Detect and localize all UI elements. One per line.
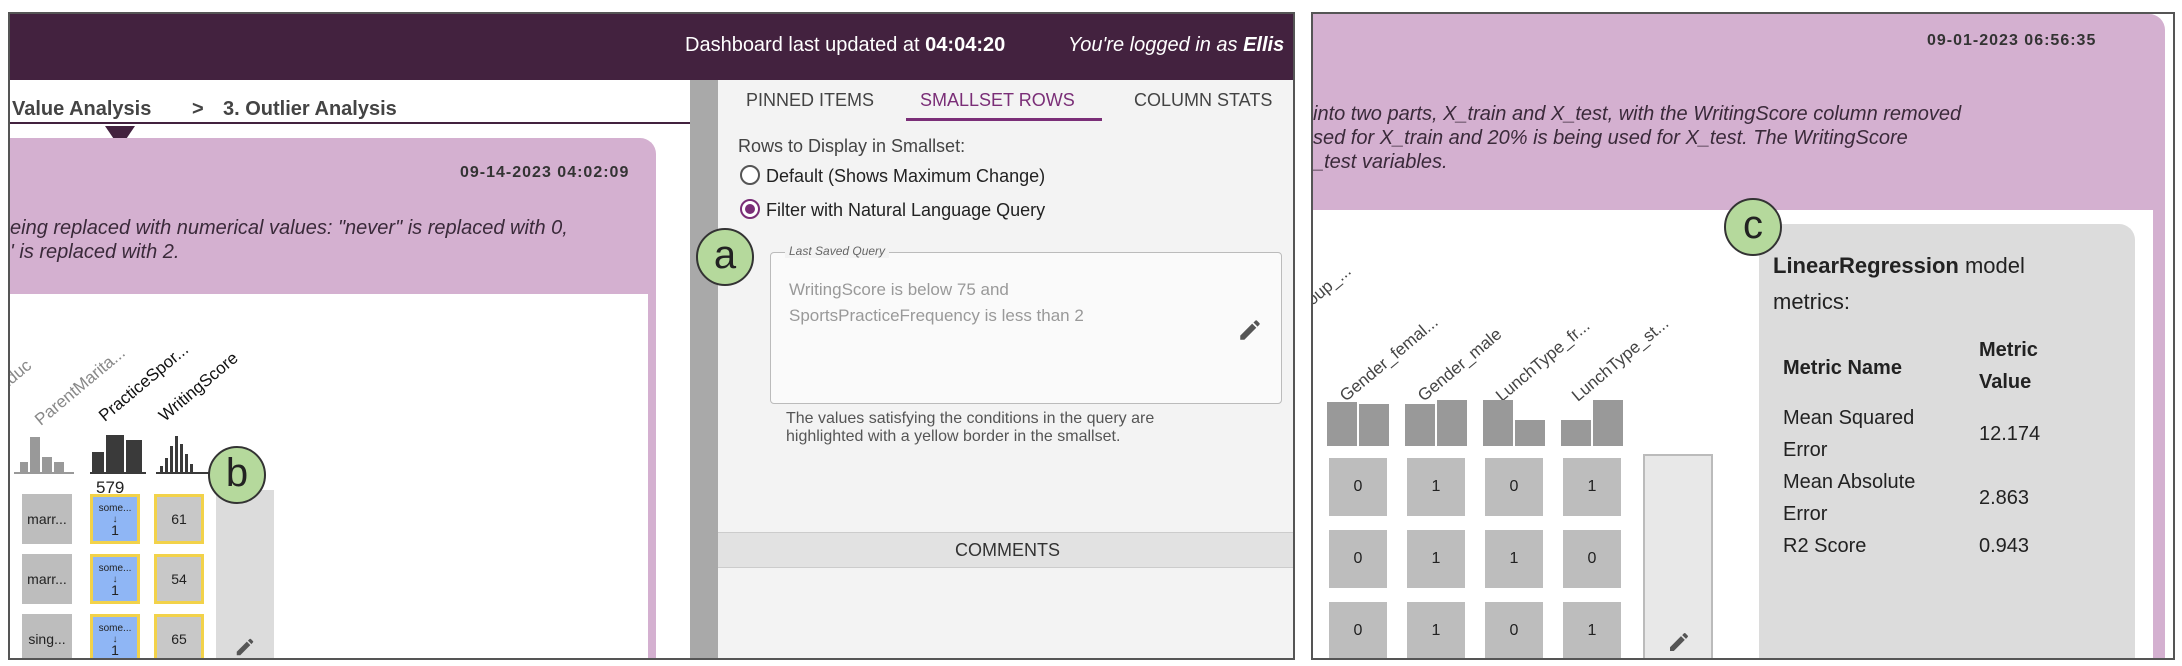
rows-to-display-title: Rows to Display in Smallset: bbox=[738, 136, 966, 156]
query-legend: Last Saved Query bbox=[785, 244, 890, 258]
metric-value-header: Metric Value bbox=[1979, 339, 2038, 393]
card-description-line1: into two parts, X_train and X_test, with… bbox=[1313, 103, 1962, 125]
metric-name: R2 Score bbox=[1783, 535, 1867, 557]
tab-pinned-items[interactable]: PINNED ITEMS bbox=[746, 90, 874, 111]
right-screenshot-panel: 09-01-2023 06:56:35 into two parts, X_tr… bbox=[1311, 12, 2175, 660]
radio-filter-query[interactable] bbox=[740, 199, 760, 219]
metric-value: 0.943 bbox=[1979, 535, 2030, 557]
table-cell: marr... bbox=[22, 554, 72, 604]
table-cell: sing... bbox=[22, 614, 72, 658]
panel-resize-handle[interactable] bbox=[690, 80, 718, 658]
card-description-line2: ' is replaced with 2. bbox=[10, 241, 180, 263]
query-text: WritingScore is below 75 and SportsPract… bbox=[789, 280, 1084, 325]
table-cell: 1 bbox=[1407, 602, 1465, 658]
comments-header[interactable]: COMMENTS bbox=[718, 532, 1293, 568]
pencil-icon[interactable] bbox=[234, 636, 256, 658]
table-cell-highlighted: some... ↓ 1 bbox=[90, 614, 140, 658]
logged-in-text: You're logged in as Ellis bbox=[1068, 34, 1285, 56]
card-description-line3: _test variables. bbox=[1313, 151, 1448, 173]
column-label: Group_... bbox=[1311, 261, 1355, 322]
table-cell: 0 bbox=[1563, 530, 1621, 588]
active-tab-indicator bbox=[906, 118, 1102, 121]
radio-default[interactable] bbox=[740, 165, 760, 185]
radio-filter-query-label[interactable]: Filter with Natural Language Query bbox=[766, 200, 1045, 221]
table-cell: 0 bbox=[1485, 602, 1543, 658]
dashboard-header: Dashboard last updated at 04:04:20 You'r… bbox=[10, 14, 1293, 80]
breadcrumb-prev-step[interactable]: Value Analysis bbox=[12, 98, 151, 121]
query-hint: The values satisfying the conditions in … bbox=[786, 410, 1155, 445]
tab-column-stats[interactable]: COLUMN STATS bbox=[1134, 90, 1272, 111]
card-timestamp: 09-14-2023 04:02:09 bbox=[460, 164, 630, 181]
table-cell-highlighted: some... ↓ 1 bbox=[90, 494, 140, 544]
table-cell-highlighted: 65 bbox=[154, 614, 204, 658]
card-description-line2: sed for X_train and 20% is being used fo… bbox=[1313, 127, 1908, 149]
table-cell: marr... bbox=[22, 494, 72, 544]
pencil-icon[interactable] bbox=[1237, 317, 1263, 343]
table-cell-highlighted: some... ↓ 1 bbox=[90, 554, 140, 604]
side-panel-tabs: PINNED ITEMS SMALLSET ROWS COLUMN STATS bbox=[718, 80, 1293, 122]
table-cell-highlighted: 61 bbox=[154, 494, 204, 544]
model-card: 09-01-2023 06:56:35 into two parts, X_tr… bbox=[1311, 14, 2165, 658]
callout-a: a bbox=[696, 228, 754, 286]
pencil-icon[interactable] bbox=[1667, 630, 1691, 654]
transformation-card: 09-14-2023 04:02:09 eing replaced with n… bbox=[8, 138, 656, 658]
column-label: Educ bbox=[8, 355, 36, 396]
metric-value: 2.863 bbox=[1979, 487, 2030, 509]
card-timestamp: 09-01-2023 06:56:35 bbox=[1927, 32, 2097, 49]
last-updated-text: Dashboard last updated at 04:04:20 bbox=[685, 34, 1006, 56]
breadcrumb-current-step[interactable]: 3. Outlier Analysis bbox=[223, 98, 397, 121]
left-screenshot-panel: Dashboard last updated at 04:04:20 You'r… bbox=[8, 12, 1295, 660]
table-cell-highlighted: 54 bbox=[154, 554, 204, 604]
callout-b: b bbox=[208, 446, 266, 504]
table-cell: 1 bbox=[1485, 530, 1543, 588]
tab-smallset-rows[interactable]: SMALLSET ROWS bbox=[920, 90, 1075, 111]
table-cell: 0 bbox=[1329, 458, 1387, 516]
metric-name: Mean Squared Error bbox=[1783, 407, 1915, 461]
query-input[interactable]: Last Saved Query WritingScore is below 7… bbox=[770, 244, 1282, 404]
metrics-title: LinearRegression model metrics: bbox=[1773, 253, 2025, 314]
table-cell: 1 bbox=[1563, 458, 1621, 516]
metric-value: 12.174 bbox=[1979, 423, 2041, 445]
table-cell: 0 bbox=[1329, 602, 1387, 658]
breadcrumb: Value Analysis > 3. Outlier Analysis bbox=[10, 84, 715, 124]
radio-default-label[interactable]: Default (Shows Maximum Change) bbox=[766, 166, 1045, 187]
side-panel: PINNED ITEMS SMALLSET ROWS COLUMN STATS … bbox=[718, 80, 1293, 658]
breadcrumb-separator: > bbox=[192, 98, 204, 120]
callout-c: c bbox=[1724, 198, 1782, 256]
table-cell: 1 bbox=[1563, 602, 1621, 658]
smallset-visual: Educ ParentMarita... PracticeSpor... Wri… bbox=[8, 294, 648, 658]
table-cell: 1 bbox=[1407, 530, 1465, 588]
model-metrics-box: LinearRegression model metrics: Metric N… bbox=[1759, 224, 2135, 658]
metric-name: Mean Absolute Error bbox=[1783, 471, 1916, 525]
edit-column bbox=[216, 490, 274, 658]
table-cell: 0 bbox=[1485, 458, 1543, 516]
edit-column bbox=[1643, 454, 1713, 658]
table-cell: 0 bbox=[1329, 530, 1387, 588]
card-description-line1: eing replaced with numerical values: "ne… bbox=[10, 217, 568, 239]
table-cell: 1 bbox=[1407, 458, 1465, 516]
metric-name-header: Metric Name bbox=[1783, 357, 1902, 379]
